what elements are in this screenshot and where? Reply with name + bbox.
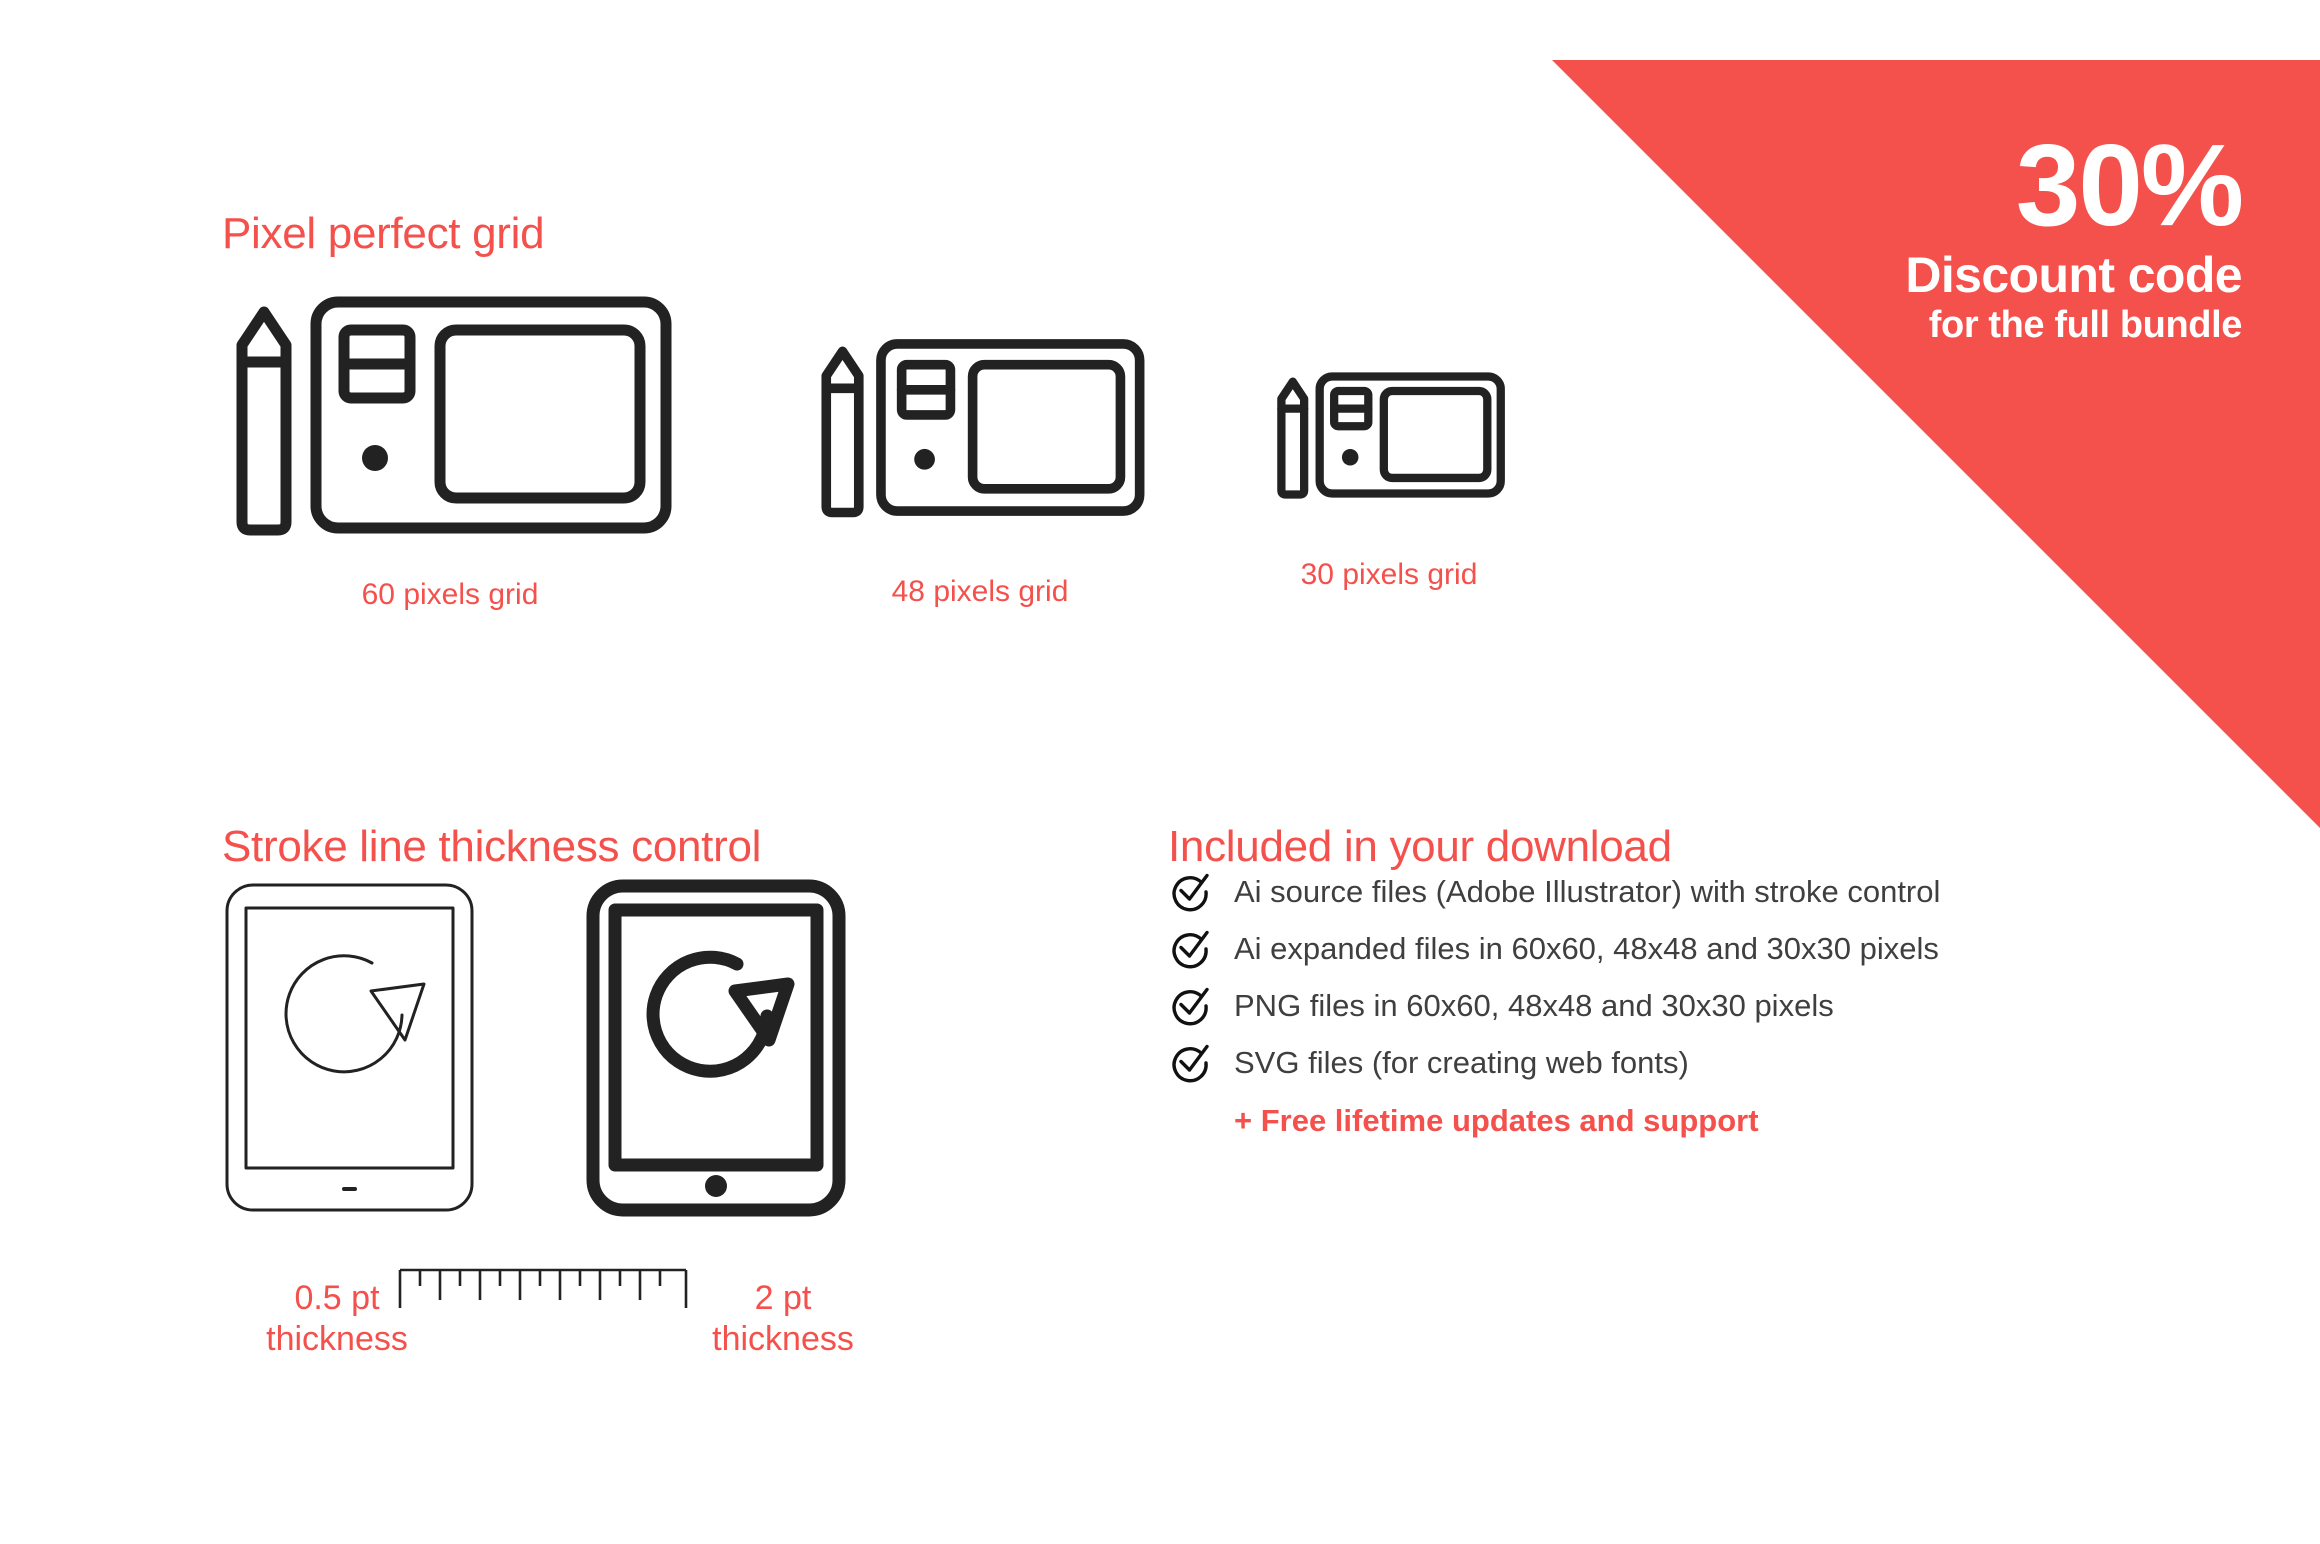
included-list: Ai source files (Adobe Illustrator) with…	[1168, 870, 2188, 1143]
list-item: Ai expanded files in 60x60, 48x48 and 30…	[1168, 927, 2188, 971]
stroke-thick-label-line2: thickness	[712, 1320, 854, 1359]
tablet-dot	[914, 448, 935, 470]
stroke-thickness-heading: Stroke line thickness control	[222, 821, 762, 871]
tablet-rotate-thick-icon	[586, 879, 846, 1217]
tablet-dot	[362, 445, 388, 471]
grid-sample-60: 60 pixels grid	[200, 290, 700, 612]
check-circle-icon	[1172, 987, 1209, 1026]
list-item: Ai source files (Adobe Illustrator) with…	[1168, 870, 2188, 914]
pixel-grid-row: 60 pixels grid 48 pixels grid 30 pixels …	[0, 280, 2320, 680]
tablet-dot	[1341, 448, 1359, 466]
check-circle-icon	[1172, 930, 1209, 969]
included-heading: Included in your download	[1168, 821, 1672, 871]
check-circle-icon	[1172, 873, 1209, 912]
discount-percent: 30%	[2015, 120, 2244, 250]
grid-sample-48-caption: 48 pixels grid	[891, 575, 1069, 608]
stroke-sample-thick	[585, 878, 847, 1223]
pixel-grid-heading: Pixel perfect grid	[222, 208, 545, 258]
stroke-thick-label-line1: 2 pt	[754, 1279, 812, 1317]
grid-sample-60-caption: 60 pixels grid	[361, 578, 539, 611]
graphics-tablet-icon	[821, 339, 1145, 518]
grid-sample-30-caption: 30 pixels grid	[1300, 558, 1478, 591]
included-bonus-note: + Free lifetime updates and support	[1234, 1103, 1759, 1138]
list-item: PNG files in 60x60, 48x48 and 30x30 pixe…	[1168, 984, 2188, 1028]
stroke-thick-label: 2 pt thickness	[668, 1278, 898, 1361]
grid-sample-30: 30 pixels grid	[1255, 370, 1523, 592]
graphics-tablet-icon	[1277, 372, 1505, 499]
stroke-sample-thin	[222, 880, 477, 1220]
list-item-label: Ai source files (Adobe Illustrator) with…	[1234, 874, 1941, 909]
grid-sample-48: 48 pixels grid	[790, 335, 1170, 609]
feature-sheet-page: 30% Discount code for the full bundle Pi…	[0, 0, 2320, 1544]
check-circle-icon	[1172, 1044, 1209, 1083]
list-item-label: PNG files in 60x60, 48x48 and 30x30 pixe…	[1234, 988, 1834, 1023]
tablet-rotate-thin-icon	[225, 883, 474, 1212]
stroke-thin-label: 0.5 pt thickness	[222, 1278, 452, 1361]
list-item-label: SVG files (for creating web fonts)	[1234, 1045, 1689, 1080]
list-item-label: Ai expanded files in 60x60, 48x48 and 30…	[1234, 931, 1939, 966]
tablet-home-dot	[705, 1175, 727, 1197]
stroke-thin-label-line1: 0.5 pt	[294, 1279, 380, 1317]
stroke-thin-label-line2: thickness	[266, 1320, 408, 1359]
list-item: SVG files (for creating web fonts)	[1168, 1041, 2188, 1085]
graphics-tablet-icon	[236, 296, 672, 536]
